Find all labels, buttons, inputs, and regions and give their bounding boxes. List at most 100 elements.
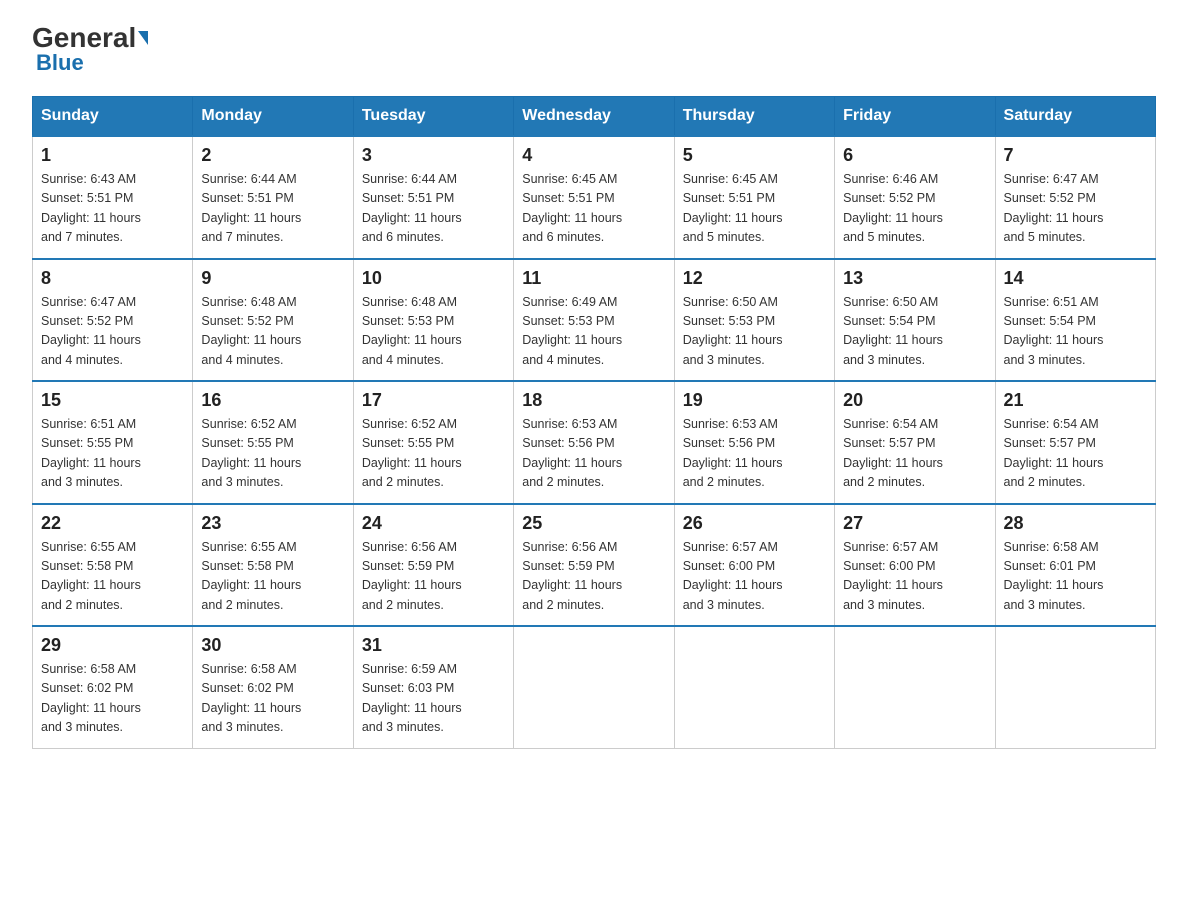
column-header-thursday: Thursday xyxy=(674,97,834,137)
day-number: 25 xyxy=(522,513,665,534)
calendar-cell: 16 Sunrise: 6:52 AM Sunset: 5:55 PM Dayl… xyxy=(193,381,353,504)
calendar-cell: 10 Sunrise: 6:48 AM Sunset: 5:53 PM Dayl… xyxy=(353,259,513,382)
day-number: 28 xyxy=(1004,513,1147,534)
calendar-cell: 22 Sunrise: 6:55 AM Sunset: 5:58 PM Dayl… xyxy=(33,504,193,627)
calendar-week-row: 29 Sunrise: 6:58 AM Sunset: 6:02 PM Dayl… xyxy=(33,626,1156,748)
day-info: Sunrise: 6:44 AM Sunset: 5:51 PM Dayligh… xyxy=(201,170,344,248)
day-number: 7 xyxy=(1004,145,1147,166)
logo: General Blue xyxy=(32,24,148,76)
day-info: Sunrise: 6:53 AM Sunset: 5:56 PM Dayligh… xyxy=(683,415,826,493)
calendar-week-row: 15 Sunrise: 6:51 AM Sunset: 5:55 PM Dayl… xyxy=(33,381,1156,504)
calendar-cell: 30 Sunrise: 6:58 AM Sunset: 6:02 PM Dayl… xyxy=(193,626,353,748)
day-number: 19 xyxy=(683,390,826,411)
day-info: Sunrise: 6:58 AM Sunset: 6:02 PM Dayligh… xyxy=(201,660,344,738)
column-header-monday: Monday xyxy=(193,97,353,137)
day-number: 30 xyxy=(201,635,344,656)
day-number: 23 xyxy=(201,513,344,534)
column-header-saturday: Saturday xyxy=(995,97,1155,137)
calendar-week-row: 1 Sunrise: 6:43 AM Sunset: 5:51 PM Dayli… xyxy=(33,136,1156,259)
day-number: 18 xyxy=(522,390,665,411)
calendar-cell: 4 Sunrise: 6:45 AM Sunset: 5:51 PM Dayli… xyxy=(514,136,674,259)
column-header-tuesday: Tuesday xyxy=(353,97,513,137)
day-number: 16 xyxy=(201,390,344,411)
calendar-cell: 13 Sunrise: 6:50 AM Sunset: 5:54 PM Dayl… xyxy=(835,259,995,382)
day-number: 20 xyxy=(843,390,986,411)
day-info: Sunrise: 6:59 AM Sunset: 6:03 PM Dayligh… xyxy=(362,660,505,738)
calendar-cell: 2 Sunrise: 6:44 AM Sunset: 5:51 PM Dayli… xyxy=(193,136,353,259)
day-info: Sunrise: 6:56 AM Sunset: 5:59 PM Dayligh… xyxy=(362,538,505,616)
calendar-cell: 20 Sunrise: 6:54 AM Sunset: 5:57 PM Dayl… xyxy=(835,381,995,504)
calendar-cell xyxy=(995,626,1155,748)
day-info: Sunrise: 6:58 AM Sunset: 6:02 PM Dayligh… xyxy=(41,660,184,738)
calendar-cell: 28 Sunrise: 6:58 AM Sunset: 6:01 PM Dayl… xyxy=(995,504,1155,627)
day-info: Sunrise: 6:57 AM Sunset: 6:00 PM Dayligh… xyxy=(843,538,986,616)
day-info: Sunrise: 6:44 AM Sunset: 5:51 PM Dayligh… xyxy=(362,170,505,248)
calendar-cell: 26 Sunrise: 6:57 AM Sunset: 6:00 PM Dayl… xyxy=(674,504,834,627)
day-number: 29 xyxy=(41,635,184,656)
day-info: Sunrise: 6:55 AM Sunset: 5:58 PM Dayligh… xyxy=(41,538,184,616)
day-number: 2 xyxy=(201,145,344,166)
day-number: 17 xyxy=(362,390,505,411)
column-header-sunday: Sunday xyxy=(33,97,193,137)
calendar-cell xyxy=(835,626,995,748)
day-number: 12 xyxy=(683,268,826,289)
calendar-cell: 18 Sunrise: 6:53 AM Sunset: 5:56 PM Dayl… xyxy=(514,381,674,504)
calendar-cell: 8 Sunrise: 6:47 AM Sunset: 5:52 PM Dayli… xyxy=(33,259,193,382)
calendar-cell: 12 Sunrise: 6:50 AM Sunset: 5:53 PM Dayl… xyxy=(674,259,834,382)
day-number: 22 xyxy=(41,513,184,534)
day-number: 6 xyxy=(843,145,986,166)
day-number: 21 xyxy=(1004,390,1147,411)
day-number: 3 xyxy=(362,145,505,166)
day-number: 11 xyxy=(522,268,665,289)
day-info: Sunrise: 6:47 AM Sunset: 5:52 PM Dayligh… xyxy=(41,293,184,371)
day-number: 5 xyxy=(683,145,826,166)
day-info: Sunrise: 6:52 AM Sunset: 5:55 PM Dayligh… xyxy=(201,415,344,493)
calendar-cell: 6 Sunrise: 6:46 AM Sunset: 5:52 PM Dayli… xyxy=(835,136,995,259)
calendar-cell xyxy=(514,626,674,748)
calendar-cell: 24 Sunrise: 6:56 AM Sunset: 5:59 PM Dayl… xyxy=(353,504,513,627)
day-number: 27 xyxy=(843,513,986,534)
calendar-table: SundayMondayTuesdayWednesdayThursdayFrid… xyxy=(32,96,1156,749)
column-header-friday: Friday xyxy=(835,97,995,137)
calendar-cell: 15 Sunrise: 6:51 AM Sunset: 5:55 PM Dayl… xyxy=(33,381,193,504)
day-info: Sunrise: 6:49 AM Sunset: 5:53 PM Dayligh… xyxy=(522,293,665,371)
day-number: 15 xyxy=(41,390,184,411)
day-info: Sunrise: 6:46 AM Sunset: 5:52 PM Dayligh… xyxy=(843,170,986,248)
day-info: Sunrise: 6:45 AM Sunset: 5:51 PM Dayligh… xyxy=(522,170,665,248)
day-number: 8 xyxy=(41,268,184,289)
day-info: Sunrise: 6:53 AM Sunset: 5:56 PM Dayligh… xyxy=(522,415,665,493)
day-number: 9 xyxy=(201,268,344,289)
calendar-cell: 1 Sunrise: 6:43 AM Sunset: 5:51 PM Dayli… xyxy=(33,136,193,259)
day-number: 24 xyxy=(362,513,505,534)
day-number: 14 xyxy=(1004,268,1147,289)
calendar-cell: 9 Sunrise: 6:48 AM Sunset: 5:52 PM Dayli… xyxy=(193,259,353,382)
day-info: Sunrise: 6:58 AM Sunset: 6:01 PM Dayligh… xyxy=(1004,538,1147,616)
calendar-cell xyxy=(674,626,834,748)
day-info: Sunrise: 6:55 AM Sunset: 5:58 PM Dayligh… xyxy=(201,538,344,616)
column-header-wednesday: Wednesday xyxy=(514,97,674,137)
day-number: 31 xyxy=(362,635,505,656)
calendar-cell: 7 Sunrise: 6:47 AM Sunset: 5:52 PM Dayli… xyxy=(995,136,1155,259)
calendar-cell: 27 Sunrise: 6:57 AM Sunset: 6:00 PM Dayl… xyxy=(835,504,995,627)
day-number: 10 xyxy=(362,268,505,289)
day-info: Sunrise: 6:45 AM Sunset: 5:51 PM Dayligh… xyxy=(683,170,826,248)
day-info: Sunrise: 6:54 AM Sunset: 5:57 PM Dayligh… xyxy=(843,415,986,493)
calendar-week-row: 22 Sunrise: 6:55 AM Sunset: 5:58 PM Dayl… xyxy=(33,504,1156,627)
day-info: Sunrise: 6:54 AM Sunset: 5:57 PM Dayligh… xyxy=(1004,415,1147,493)
day-info: Sunrise: 6:48 AM Sunset: 5:52 PM Dayligh… xyxy=(201,293,344,371)
page-header: General Blue xyxy=(32,24,1156,76)
day-info: Sunrise: 6:57 AM Sunset: 6:00 PM Dayligh… xyxy=(683,538,826,616)
calendar-cell: 29 Sunrise: 6:58 AM Sunset: 6:02 PM Dayl… xyxy=(33,626,193,748)
day-number: 26 xyxy=(683,513,826,534)
calendar-week-row: 8 Sunrise: 6:47 AM Sunset: 5:52 PM Dayli… xyxy=(33,259,1156,382)
day-info: Sunrise: 6:50 AM Sunset: 5:54 PM Dayligh… xyxy=(843,293,986,371)
day-number: 1 xyxy=(41,145,184,166)
day-info: Sunrise: 6:50 AM Sunset: 5:53 PM Dayligh… xyxy=(683,293,826,371)
calendar-cell: 23 Sunrise: 6:55 AM Sunset: 5:58 PM Dayl… xyxy=(193,504,353,627)
calendar-cell: 19 Sunrise: 6:53 AM Sunset: 5:56 PM Dayl… xyxy=(674,381,834,504)
calendar-cell: 17 Sunrise: 6:52 AM Sunset: 5:55 PM Dayl… xyxy=(353,381,513,504)
calendar-cell: 25 Sunrise: 6:56 AM Sunset: 5:59 PM Dayl… xyxy=(514,504,674,627)
day-number: 4 xyxy=(522,145,665,166)
day-info: Sunrise: 6:47 AM Sunset: 5:52 PM Dayligh… xyxy=(1004,170,1147,248)
day-info: Sunrise: 6:51 AM Sunset: 5:54 PM Dayligh… xyxy=(1004,293,1147,371)
